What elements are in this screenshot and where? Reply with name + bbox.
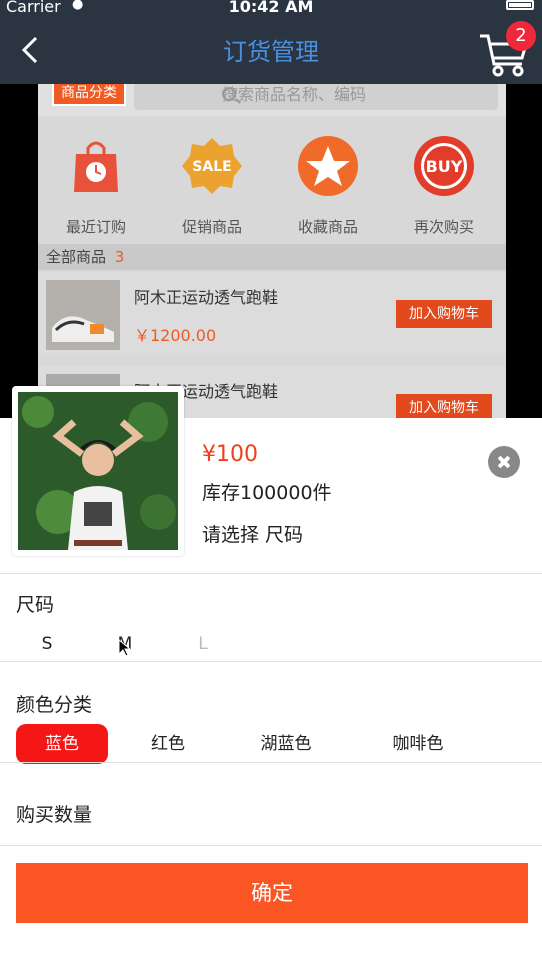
status-bar: Carrier ● 10:42 AM: [0, 0, 542, 18]
mouse-cursor-icon: [118, 639, 130, 657]
battery-icon: [506, 0, 534, 10]
selection-hint: 请选择 尺码: [202, 524, 304, 546]
product-name: 阿木正运动透气跑鞋: [134, 288, 279, 307]
color-option-red[interactable]: 红色: [122, 724, 214, 764]
shopping-bag-clock-icon: [74, 141, 118, 192]
svg-text:SALE: SALE: [192, 159, 231, 175]
sku-selector-sheet: ¥100 库存100000件 请选择 尺码 尺码 S M L 颜色分类 蓝色 红…: [0, 386, 542, 957]
divider: [0, 573, 542, 574]
divider: [0, 762, 542, 763]
color-option-coffee[interactable]: 咖啡色: [372, 724, 464, 764]
category-button[interactable]: 商品分类: [52, 84, 126, 106]
search-input[interactable]: 搜索商品名称、编码: [134, 84, 498, 110]
quick-link-label: 促销商品: [181, 218, 242, 236]
quick-link-label: 再次购买: [413, 218, 474, 236]
product-row[interactable]: 阿木正运动透气跑鞋 ￥1200.00 加入购物车: [38, 272, 506, 356]
page-title: 订货管理: [223, 38, 319, 66]
all-products-count: 3: [114, 248, 125, 266]
quick-link-label: 收藏商品: [297, 218, 358, 236]
product-image: [12, 386, 184, 556]
clock: 10:42 AM: [228, 0, 314, 16]
product-price: ￥1200.00: [134, 326, 217, 345]
stock-count: 库存100000件: [202, 482, 332, 504]
search-row: 商品分类 搜索商品名称、编码: [38, 84, 506, 116]
buy-badge-icon: BUY: [414, 136, 474, 196]
quantity-section-label: 购买数量: [16, 804, 93, 826]
star-icon: [298, 136, 358, 196]
background-page: 商品分类 搜索商品名称、编码 最近订购 SALE 促销商品 收藏商品 BUY 再…: [38, 84, 506, 424]
svg-text:BUY: BUY: [426, 157, 463, 176]
color-option-blue[interactable]: 蓝色: [16, 724, 108, 764]
search-placeholder: 搜索商品名称、编码: [222, 85, 367, 104]
search-icon: [222, 87, 236, 101]
product-thumbnail: [46, 280, 120, 350]
quick-link-buy-again[interactable]: BUY 再次购买: [394, 134, 494, 237]
size-option-l[interactable]: L: [186, 634, 220, 654]
cart-count-badge: 2: [506, 21, 536, 51]
confirm-button[interactable]: 确定: [16, 863, 528, 923]
add-to-cart-button[interactable]: 加入购物车: [396, 300, 492, 328]
close-icon[interactable]: [488, 446, 520, 478]
quick-link-sale[interactable]: SALE 促销商品: [162, 134, 262, 237]
all-products-bar: 全部商品 3: [38, 244, 506, 270]
sku-price: ¥100: [202, 442, 258, 467]
all-products-label: 全部商品: [46, 248, 107, 266]
size-section-label: 尺码: [16, 594, 55, 616]
divider: [0, 661, 542, 662]
quick-link-favorites[interactable]: 收藏商品: [278, 134, 378, 237]
quick-link-label: 最近订购: [65, 218, 126, 236]
nav-bar: 订货管理 2: [0, 18, 542, 84]
quick-link-recent[interactable]: 最近订购: [46, 134, 146, 237]
divider: [0, 845, 542, 846]
size-option-s[interactable]: S: [30, 634, 64, 654]
color-section-label: 颜色分类: [16, 694, 93, 716]
sale-badge-icon: SALE: [182, 138, 242, 194]
color-option-lake-blue[interactable]: 湖蓝色: [240, 724, 332, 764]
